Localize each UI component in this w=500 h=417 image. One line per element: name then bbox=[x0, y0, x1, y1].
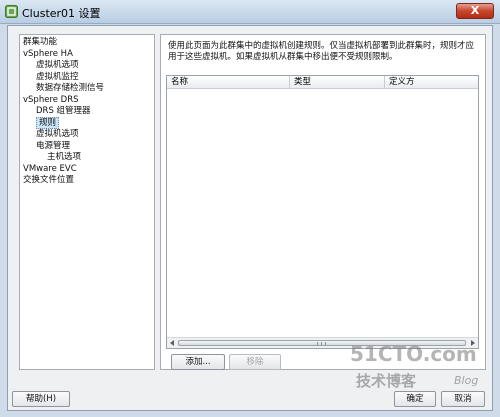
rules-table[interactable]: 名称 类型 定义方 bbox=[166, 75, 479, 349]
dialog-body: 群集功能 vSphere HA 虚拟机选项 虚拟机监控 数据存储检测信号 vSphere … bbox=[7, 25, 493, 411]
nav-item[interactable]: 虚拟机监控 bbox=[20, 72, 154, 84]
nav-item-label: 虚拟机选项 bbox=[36, 60, 79, 70]
cancel-button[interactable]: 取消 bbox=[441, 391, 485, 407]
remove-rule-button[interactable]: 移除 bbox=[229, 354, 281, 370]
nav-item[interactable]: 规则 bbox=[20, 116, 154, 130]
scroll-grip-icon bbox=[317, 342, 326, 345]
nav-item[interactable]: DRS 组管理器 bbox=[20, 106, 154, 118]
add-rule-button[interactable]: 添加... bbox=[171, 354, 225, 370]
nav-item-label: 电源管理 bbox=[36, 140, 71, 151]
ok-button[interactable]: 确定 bbox=[394, 391, 436, 407]
nav-item[interactable]: 电源管理 bbox=[20, 141, 154, 153]
nav-item[interactable]: 群集功能 bbox=[20, 37, 154, 49]
nav-item[interactable]: 虚拟机选项 bbox=[20, 60, 154, 72]
nav-item-label: 群集功能 bbox=[23, 37, 58, 47]
nav-item[interactable]: 交换文件位置 bbox=[20, 175, 154, 187]
scroll-left-icon[interactable] bbox=[170, 340, 174, 346]
horizontal-scrollbar[interactable] bbox=[167, 337, 478, 348]
nav-item-label: VMware EVC bbox=[23, 163, 77, 174]
nav-item-label: 虚拟机监控 bbox=[36, 71, 79, 82]
nav-item-label: 规则 bbox=[36, 116, 60, 129]
nav-item[interactable]: VMware EVC bbox=[20, 164, 154, 176]
scroll-right-icon[interactable] bbox=[471, 340, 475, 346]
nav-item-label: 交换文件位置 bbox=[23, 175, 75, 185]
nav-item-label: 主机选项 bbox=[47, 152, 82, 162]
column-header-type[interactable]: 类型 bbox=[290, 76, 385, 89]
nav-item[interactable]: 数据存储检测信号 bbox=[20, 83, 154, 95]
nav-item-label: vSphere HA bbox=[23, 48, 73, 59]
close-icon: X bbox=[470, 4, 480, 17]
nav-item-label: 数据存储检测信号 bbox=[36, 83, 105, 93]
nav-item[interactable]: 主机选项 bbox=[20, 152, 154, 164]
vsphere-app-icon bbox=[5, 5, 18, 18]
close-button[interactable]: X bbox=[456, 3, 494, 19]
rules-panel: 使用此页面为此群集中的虚拟机创建规则。仅当虚拟机部署到此群集时，规则才应用于这些… bbox=[160, 34, 486, 370]
column-header-name[interactable]: 名称 bbox=[167, 76, 290, 89]
help-button[interactable]: 帮助(H) bbox=[12, 391, 70, 407]
nav-item[interactable]: vSphere DRS bbox=[20, 95, 154, 107]
nav-item-label: DRS 组管理器 bbox=[36, 106, 91, 116]
rules-table-header: 名称 类型 定义方 bbox=[167, 76, 478, 89]
settings-nav-tree: 群集功能 vSphere HA 虚拟机选项 虚拟机监控 数据存储检测信号 vSphere … bbox=[19, 34, 155, 370]
nav-item-label: vSphere DRS bbox=[23, 94, 79, 105]
column-header-defined-by[interactable]: 定义方 bbox=[385, 76, 478, 89]
window-title: Cluster01 设置 bbox=[22, 7, 101, 20]
rules-description: 使用此页面为此群集中的虚拟机创建规则。仅当虚拟机部署到此群集时，规则才应用于这些… bbox=[168, 41, 475, 62]
nav-item[interactable]: vSphere HA bbox=[20, 49, 154, 61]
nav-item[interactable]: 虚拟机选项 bbox=[20, 129, 154, 141]
nav-item-label: 虚拟机选项 bbox=[36, 129, 79, 139]
title-bar: Cluster01 设置 X bbox=[0, 0, 500, 24]
scrollbar-thumb[interactable] bbox=[178, 340, 466, 346]
